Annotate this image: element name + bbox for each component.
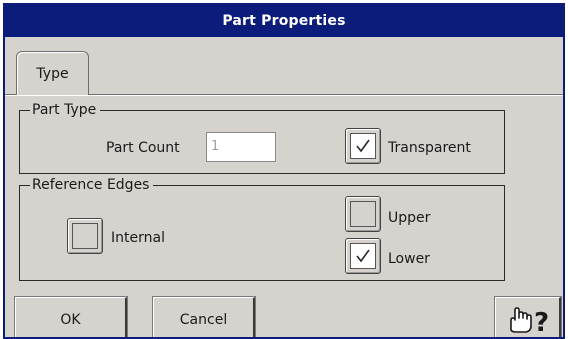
part-count-value: 1 (211, 139, 220, 154)
internal-label: Internal (111, 230, 165, 246)
ok-button-label: OK (60, 311, 81, 328)
window-title: Part Properties (222, 13, 346, 29)
internal-checkbox-box (72, 223, 98, 249)
upper-label: Upper (388, 210, 431, 226)
reference-edges-group: Reference Edges Internal Upper Lower (19, 176, 505, 281)
cancel-button-label: Cancel (179, 311, 228, 328)
upper-checkbox[interactable] (345, 196, 381, 232)
svg-text:?: ? (534, 308, 549, 336)
part-count-label: Part Count (106, 140, 180, 156)
internal-checkbox[interactable] (67, 218, 103, 254)
hand-question-icon: ? (509, 306, 549, 336)
tab-type-label: Type (36, 65, 69, 82)
part-properties-dialog: Part Properties Type Part Type Part Coun… (3, 3, 565, 339)
lower-checkbox[interactable] (345, 238, 381, 274)
part-type-group: Part Type Part Count 1 Transparent (19, 101, 505, 174)
transparent-checkbox-box (350, 133, 376, 159)
tab-type[interactable]: Type (16, 51, 89, 95)
part-type-legend: Part Type (30, 101, 101, 119)
transparent-checkbox[interactable] (345, 128, 381, 164)
checkmark-icon (356, 249, 370, 263)
reference-edges-legend: Reference Edges (30, 176, 154, 194)
lower-label: Lower (388, 251, 430, 267)
lower-checkbox-box (350, 243, 376, 269)
title-bar: Part Properties (5, 5, 563, 37)
cancel-button[interactable]: Cancel (153, 297, 255, 337)
part-count-field[interactable]: 1 (206, 132, 276, 162)
transparent-label: Transparent (388, 140, 471, 156)
checkmark-icon (356, 139, 370, 153)
ok-button[interactable]: OK (15, 297, 127, 337)
help-button[interactable]: ? (495, 297, 561, 337)
tab-panel-highlight (5, 95, 563, 96)
upper-checkbox-box (350, 201, 376, 227)
